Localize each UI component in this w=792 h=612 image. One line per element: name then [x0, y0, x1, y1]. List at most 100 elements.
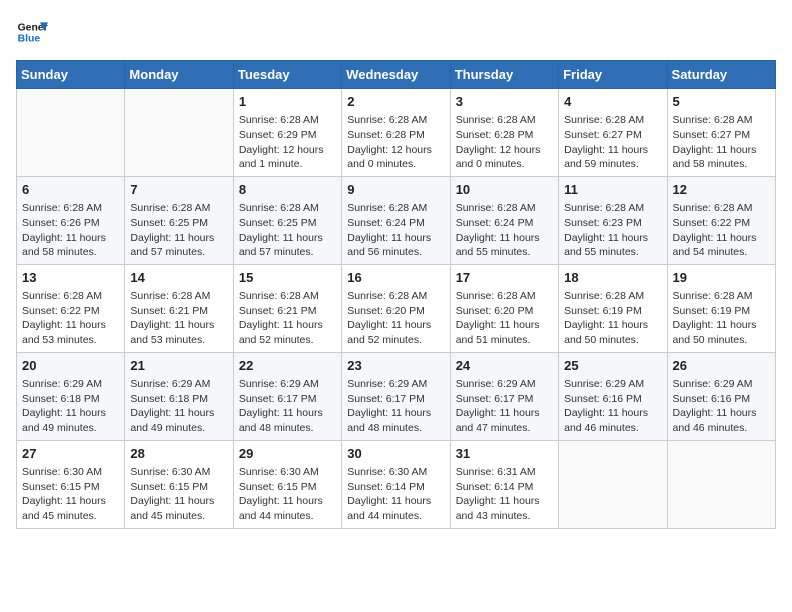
day-number: 9	[347, 181, 444, 199]
day-number: 30	[347, 445, 444, 463]
day-info: Sunrise: 6:28 AM Sunset: 6:20 PM Dayligh…	[347, 289, 444, 348]
logo-icon: General Blue	[16, 16, 48, 48]
day-info: Sunrise: 6:29 AM Sunset: 6:16 PM Dayligh…	[673, 377, 770, 436]
calendar-week-row: 1Sunrise: 6:28 AM Sunset: 6:29 PM Daylig…	[17, 89, 776, 177]
day-number: 16	[347, 269, 444, 287]
calendar-week-row: 13 Sunrise: 6:28 AM Sunset: 6:22 PM Dayli…	[17, 264, 776, 352]
day-info: Sunrise: 6:28 AM Sunset: 6:24 PM Dayligh…	[456, 201, 553, 260]
calendar-week-row: 6 Sunrise: 6:28 AM Sunset: 6:26 PM Daylig…	[17, 176, 776, 264]
calendar-cell: 6 Sunrise: 6:28 AM Sunset: 6:26 PM Daylig…	[17, 176, 125, 264]
calendar-cell: 24 Sunrise: 6:29 AM Sunset: 6:17 PM Dayli…	[450, 352, 558, 440]
svg-text:Blue: Blue	[18, 34, 41, 45]
day-number: 23	[347, 357, 444, 375]
calendar-cell: 16 Sunrise: 6:28 AM Sunset: 6:20 PM Dayli…	[342, 264, 450, 352]
day-number: 11	[564, 181, 661, 199]
calendar-cell: 7 Sunrise: 6:28 AM Sunset: 6:25 PM Daylig…	[125, 176, 233, 264]
calendar-cell: 12 Sunrise: 6:28 AM Sunset: 6:22 PM Dayli…	[667, 176, 775, 264]
calendar-cell: 26 Sunrise: 6:29 AM Sunset: 6:16 PM Dayli…	[667, 352, 775, 440]
day-number: 25	[564, 357, 661, 375]
day-info: Sunrise: 6:30 AM Sunset: 6:15 PM Dayligh…	[239, 465, 336, 524]
day-number: 20	[22, 357, 119, 375]
calendar-cell: 11 Sunrise: 6:28 AM Sunset: 6:23 PM Dayli…	[559, 176, 667, 264]
calendar-cell	[125, 89, 233, 177]
day-info: Sunrise: 6:28 AM Sunset: 6:26 PM Dayligh…	[22, 201, 119, 260]
calendar-cell: 17 Sunrise: 6:28 AM Sunset: 6:20 PM Dayli…	[450, 264, 558, 352]
day-info: Sunrise: 6:28 AM Sunset: 6:27 PM Dayligh…	[673, 113, 770, 172]
calendar-cell: 31 Sunrise: 6:31 AM Sunset: 6:14 PM Dayli…	[450, 440, 558, 528]
day-info: Sunrise: 6:28 AM Sunset: 6:27 PM Dayligh…	[564, 113, 661, 172]
day-number: 6	[22, 181, 119, 199]
weekday-header: Monday	[125, 61, 233, 89]
calendar-cell: 23Sunrise: 6:29 AM Sunset: 6:17 PM Dayli…	[342, 352, 450, 440]
day-info: Sunrise: 6:28 AM Sunset: 6:25 PM Dayligh…	[239, 201, 336, 260]
calendar-cell: 30 Sunrise: 6:30 AM Sunset: 6:14 PM Dayli…	[342, 440, 450, 528]
calendar-cell: 10 Sunrise: 6:28 AM Sunset: 6:24 PM Dayli…	[450, 176, 558, 264]
day-number: 7	[130, 181, 227, 199]
calendar-cell: 8 Sunrise: 6:28 AM Sunset: 6:25 PM Daylig…	[233, 176, 341, 264]
calendar-cell: 27 Sunrise: 6:30 AM Sunset: 6:15 PM Dayli…	[17, 440, 125, 528]
day-info: Sunrise: 6:28 AM Sunset: 6:21 PM Dayligh…	[130, 289, 227, 348]
weekday-header: Tuesday	[233, 61, 341, 89]
calendar-cell: 4 Sunrise: 6:28 AM Sunset: 6:27 PM Daylig…	[559, 89, 667, 177]
day-number: 18	[564, 269, 661, 287]
calendar-cell: 3 Sunrise: 6:28 AM Sunset: 6:28 PM Daylig…	[450, 89, 558, 177]
day-number: 15	[239, 269, 336, 287]
day-info: Sunrise: 6:30 AM Sunset: 6:15 PM Dayligh…	[22, 465, 119, 524]
day-number: 8	[239, 181, 336, 199]
day-number: 10	[456, 181, 553, 199]
weekday-header: Wednesday	[342, 61, 450, 89]
day-number: 12	[673, 181, 770, 199]
day-number: 17	[456, 269, 553, 287]
day-info: Sunrise: 6:28 AM Sunset: 6:22 PM Dayligh…	[673, 201, 770, 260]
calendar-cell: 25 Sunrise: 6:29 AM Sunset: 6:16 PM Dayli…	[559, 352, 667, 440]
day-number: 14	[130, 269, 227, 287]
day-info: Sunrise: 6:28 AM Sunset: 6:23 PM Dayligh…	[564, 201, 661, 260]
day-info: Sunrise: 6:28 AM Sunset: 6:25 PM Dayligh…	[130, 201, 227, 260]
day-number: 24	[456, 357, 553, 375]
day-number: 19	[673, 269, 770, 287]
calendar-header-row: SundayMondayTuesdayWednesdayThursdayFrid…	[17, 61, 776, 89]
day-info: Sunrise: 6:29 AM Sunset: 6:18 PM Dayligh…	[130, 377, 227, 436]
calendar-cell: 13 Sunrise: 6:28 AM Sunset: 6:22 PM Dayli…	[17, 264, 125, 352]
day-info: Sunrise: 6:29 AM Sunset: 6:16 PM Dayligh…	[564, 377, 661, 436]
day-info: Sunrise: 6:29 AM Sunset: 6:17 PM Dayligh…	[456, 377, 553, 436]
day-info: Sunrise: 6:28 AM Sunset: 6:19 PM Dayligh…	[564, 289, 661, 348]
calendar-cell: 22Sunrise: 6:29 AM Sunset: 6:17 PM Dayli…	[233, 352, 341, 440]
day-number: 31	[456, 445, 553, 463]
calendar-cell: 19Sunrise: 6:28 AM Sunset: 6:19 PM Dayli…	[667, 264, 775, 352]
calendar-week-row: 20 Sunrise: 6:29 AM Sunset: 6:18 PM Dayli…	[17, 352, 776, 440]
day-info: Sunrise: 6:30 AM Sunset: 6:15 PM Dayligh…	[130, 465, 227, 524]
day-info: Sunrise: 6:28 AM Sunset: 6:22 PM Dayligh…	[22, 289, 119, 348]
day-info: Sunrise: 6:28 AM Sunset: 6:28 PM Dayligh…	[456, 113, 553, 172]
calendar-table: SundayMondayTuesdayWednesdayThursdayFrid…	[16, 60, 776, 529]
day-number: 1	[239, 93, 336, 111]
day-number: 27	[22, 445, 119, 463]
calendar-cell: 29 Sunrise: 6:30 AM Sunset: 6:15 PM Dayli…	[233, 440, 341, 528]
day-number: 21	[130, 357, 227, 375]
calendar-cell: 28Sunrise: 6:30 AM Sunset: 6:15 PM Dayli…	[125, 440, 233, 528]
calendar-cell	[667, 440, 775, 528]
calendar-cell: 5 Sunrise: 6:28 AM Sunset: 6:27 PM Daylig…	[667, 89, 775, 177]
day-info: Sunrise: 6:30 AM Sunset: 6:14 PM Dayligh…	[347, 465, 444, 524]
day-info: Sunrise: 6:29 AM Sunset: 6:17 PM Dayligh…	[239, 377, 336, 436]
calendar-cell	[559, 440, 667, 528]
calendar-cell: 15Sunrise: 6:28 AM Sunset: 6:21 PM Dayli…	[233, 264, 341, 352]
calendar-cell: 1Sunrise: 6:28 AM Sunset: 6:29 PM Daylig…	[233, 89, 341, 177]
calendar-cell: 2Sunrise: 6:28 AM Sunset: 6:28 PM Daylig…	[342, 89, 450, 177]
day-number: 2	[347, 93, 444, 111]
day-number: 26	[673, 357, 770, 375]
day-info: Sunrise: 6:29 AM Sunset: 6:18 PM Dayligh…	[22, 377, 119, 436]
day-number: 4	[564, 93, 661, 111]
day-number: 29	[239, 445, 336, 463]
day-info: Sunrise: 6:31 AM Sunset: 6:14 PM Dayligh…	[456, 465, 553, 524]
day-number: 13	[22, 269, 119, 287]
day-info: Sunrise: 6:28 AM Sunset: 6:20 PM Dayligh…	[456, 289, 553, 348]
calendar-cell: 14 Sunrise: 6:28 AM Sunset: 6:21 PM Dayli…	[125, 264, 233, 352]
weekday-header: Sunday	[17, 61, 125, 89]
calendar-week-row: 27 Sunrise: 6:30 AM Sunset: 6:15 PM Dayli…	[17, 440, 776, 528]
day-number: 3	[456, 93, 553, 111]
weekday-header: Friday	[559, 61, 667, 89]
day-number: 5	[673, 93, 770, 111]
page-header: General Blue	[16, 16, 776, 48]
calendar-cell: 18 Sunrise: 6:28 AM Sunset: 6:19 PM Dayli…	[559, 264, 667, 352]
